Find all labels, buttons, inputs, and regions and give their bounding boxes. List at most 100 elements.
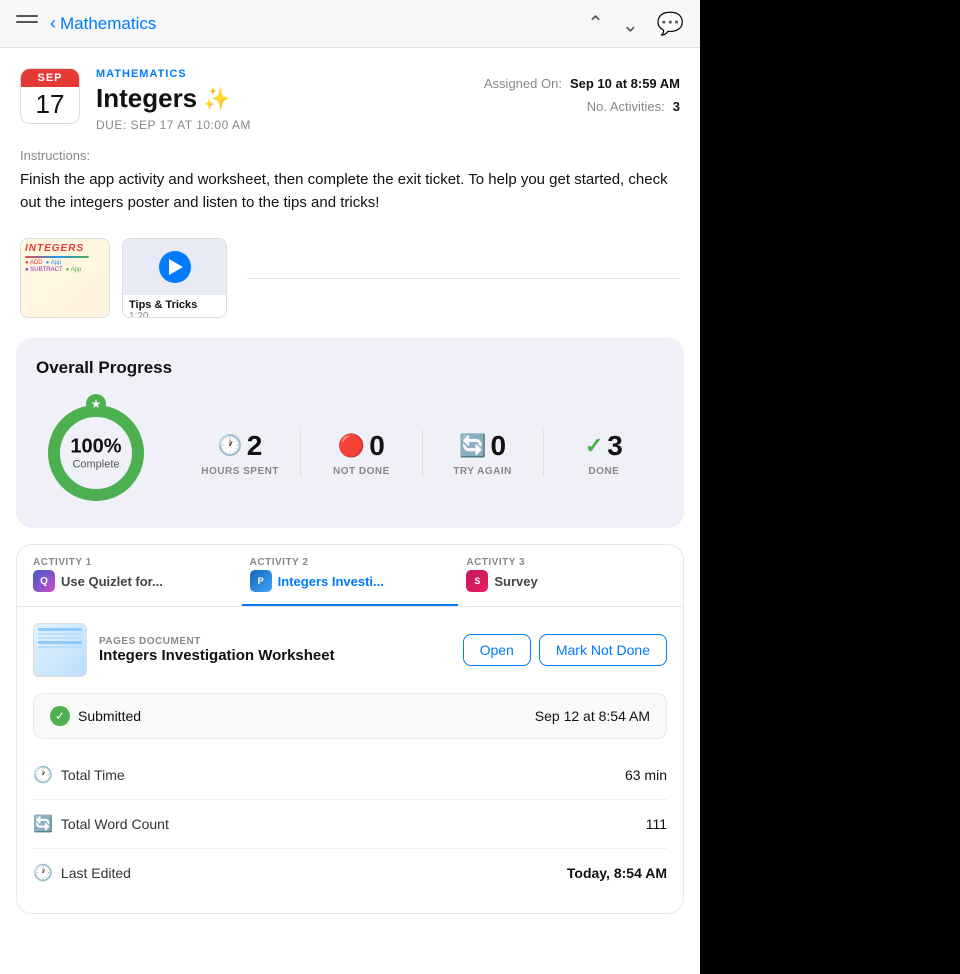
stat-tryagain-icon-num: 🔄 0 [435, 430, 531, 462]
donut-label: Complete [70, 459, 121, 471]
stat-done-icon-num: ✓ 3 [556, 430, 652, 462]
total-time-value: 63 min [625, 767, 667, 783]
total-time-label: Total Time [61, 767, 125, 783]
open-button[interactable]: Open [463, 634, 531, 666]
assignment-header: SEP 17 MATHEMATICS Integers ✨ DUE: SEP 1… [0, 48, 700, 148]
assigned-on-value: Sep 10 at 8:59 AM [570, 76, 680, 91]
top-nav: ‹ Mathematics ⌃ ⌃ 💬 [0, 0, 700, 48]
poster-number-line [25, 256, 89, 258]
calendar-icon: SEP 17 [20, 68, 80, 124]
video-duration: 1:20 [129, 311, 220, 318]
stat-rows: 🕐 Total Time 63 min 🔄 Total Word Count 1… [33, 751, 667, 897]
video-title: Tips & Tricks [129, 299, 220, 311]
tab1-title: Use Quizlet for... [61, 574, 163, 589]
activity-tab-1[interactable]: ACTIVITY 1 Q Use Quizlet for... [25, 545, 242, 606]
activity-content: PAGES DOCUMENT Integers Investigation Wo… [17, 607, 683, 913]
word-count-value: 111 [646, 816, 667, 832]
survey-icon: S [466, 570, 488, 592]
tab3-label: ACTIVITY 3 [466, 557, 667, 568]
attachments-row: INTEGERS ● ADD ● App ● SUBTRACT ● App Ti… [0, 230, 700, 338]
not-done-icon: 🔴 [338, 433, 365, 459]
submitted-time: Sep 12 at 8:54 AM [535, 708, 650, 724]
submitted-label: Submitted [78, 708, 141, 724]
activity-tab-3[interactable]: ACTIVITY 3 S Survey [458, 545, 675, 606]
quizlet-icon: Q [33, 570, 55, 592]
play-triangle [169, 259, 183, 275]
clock-icon: 🕐 [218, 433, 243, 458]
not-done-label: NOT DONE [313, 466, 409, 477]
stat-notdone-icon-num: 🔴 0 [313, 430, 409, 462]
tab2-label: ACTIVITY 2 [250, 557, 451, 568]
last-edited-value: Today, 8:54 AM [567, 865, 667, 881]
last-edited-row: 🕐 Last Edited Today, 8:54 AM [33, 849, 667, 897]
donut-center: 100% Complete [70, 436, 121, 471]
mark-not-done-button[interactable]: Mark Not Done [539, 634, 667, 666]
hours-value: 2 [247, 430, 263, 462]
assigned-on-row: Assigned On: Sep 10 at 8:59 AM [484, 76, 680, 91]
activity-section: ACTIVITY 1 Q Use Quizlet for... ACTIVITY… [16, 544, 684, 914]
back-button[interactable]: ‹ Mathematics [50, 13, 156, 34]
doc-title: Integers Investigation Worksheet [99, 647, 451, 664]
subject-label: MATHEMATICS [96, 68, 464, 80]
submitted-left: ✓ Submitted [50, 706, 141, 726]
donut-wrapper: 100% Complete ★ [41, 398, 151, 508]
back-chevron-icon: ‹ [50, 13, 56, 34]
nav-right: ⌃ ⌃ 💬 [587, 11, 684, 37]
tab2-icon-row: P Integers Investi... [250, 570, 451, 592]
last-edited-label: Last Edited [61, 865, 131, 881]
submitted-check-icon: ✓ [50, 706, 70, 726]
tab3-title: Survey [494, 574, 537, 589]
donut-star-icon: ★ [86, 394, 106, 414]
word-count-row: 🔄 Total Word Count 111 [33, 800, 667, 849]
word-count-label: Total Word Count [61, 816, 169, 832]
integers-poster-thumb[interactable]: INTEGERS ● ADD ● App ● SUBTRACT ● App [20, 238, 110, 318]
assignment-title: Integers ✨ [96, 83, 464, 114]
document-actions: Open Mark Not Done [463, 634, 667, 666]
document-info: PAGES DOCUMENT Integers Investigation Wo… [99, 636, 451, 664]
progress-section: Overall Progress 100% Complete ★ [16, 338, 684, 528]
poster-title: INTEGERS [25, 243, 105, 254]
sidebar-toggle-button[interactable] [16, 15, 38, 33]
try-again-label: TRY AGAIN [435, 466, 531, 477]
progress-stats: 100% Complete ★ 🕐 2 HOURS SPENT [36, 398, 664, 508]
done-value: 3 [607, 430, 623, 462]
word-count-icon: 🔄 [33, 814, 53, 834]
stat-not-done: 🔴 0 NOT DONE [301, 430, 422, 477]
assignment-title-block: MATHEMATICS Integers ✨ DUE: SEP 17 AT 10… [96, 68, 464, 132]
doc-line-3 [38, 637, 82, 639]
instructions-text: Finish the app activity and worksheet, t… [20, 169, 680, 214]
not-done-value: 0 [369, 430, 385, 462]
instructions-section: Instructions: Finish the app activity an… [0, 148, 700, 230]
activity-tab-2[interactable]: ACTIVITY 2 P Integers Investi... [242, 545, 459, 606]
doc-line-5 [38, 646, 82, 648]
assignment-meta: Assigned On: Sep 10 at 8:59 AM No. Activ… [480, 68, 680, 114]
hours-label: HOURS SPENT [192, 466, 288, 477]
no-activities-label: No. Activities: [587, 99, 665, 114]
tab1-label: ACTIVITY 1 [33, 557, 234, 568]
video-info: Tips & Tricks 1:20 [123, 295, 226, 318]
video-preview [123, 239, 226, 295]
stats-grid: 🕐 2 HOURS SPENT 🔴 0 NOT DONE 🔄 0 [180, 430, 664, 477]
stat-done: ✓ 3 DONE [544, 430, 664, 477]
pages-icon: P [250, 570, 272, 592]
no-activities-value: 3 [673, 99, 680, 114]
tab2-title: Integers Investi... [278, 574, 384, 589]
doc-thumb-inner [34, 624, 86, 676]
donut-percent: 100% [70, 436, 121, 459]
down-nav-icon[interactable]: ⌃ [622, 11, 639, 36]
comment-icon[interactable]: 💬 [657, 11, 684, 37]
calendar-month: SEP [21, 69, 79, 87]
nav-left: ‹ Mathematics [16, 13, 156, 34]
done-label: DONE [556, 466, 652, 477]
back-label: Mathematics [60, 14, 156, 34]
calendar-day: 17 [21, 87, 79, 123]
doc-line-2 [38, 633, 82, 635]
done-checkmark-icon: ✓ [585, 433, 603, 459]
stat-hours-spent: 🕐 2 HOURS SPENT [180, 430, 301, 477]
video-thumb[interactable]: Tips & Tricks 1:20 [122, 238, 227, 318]
tab1-icon-row: Q Use Quizlet for... [33, 570, 234, 592]
doc-line-1 [38, 628, 82, 631]
sparkle-icon: ✨ [203, 86, 230, 112]
no-activities-row: No. Activities: 3 [587, 99, 680, 114]
up-nav-icon[interactable]: ⌃ [587, 11, 604, 36]
